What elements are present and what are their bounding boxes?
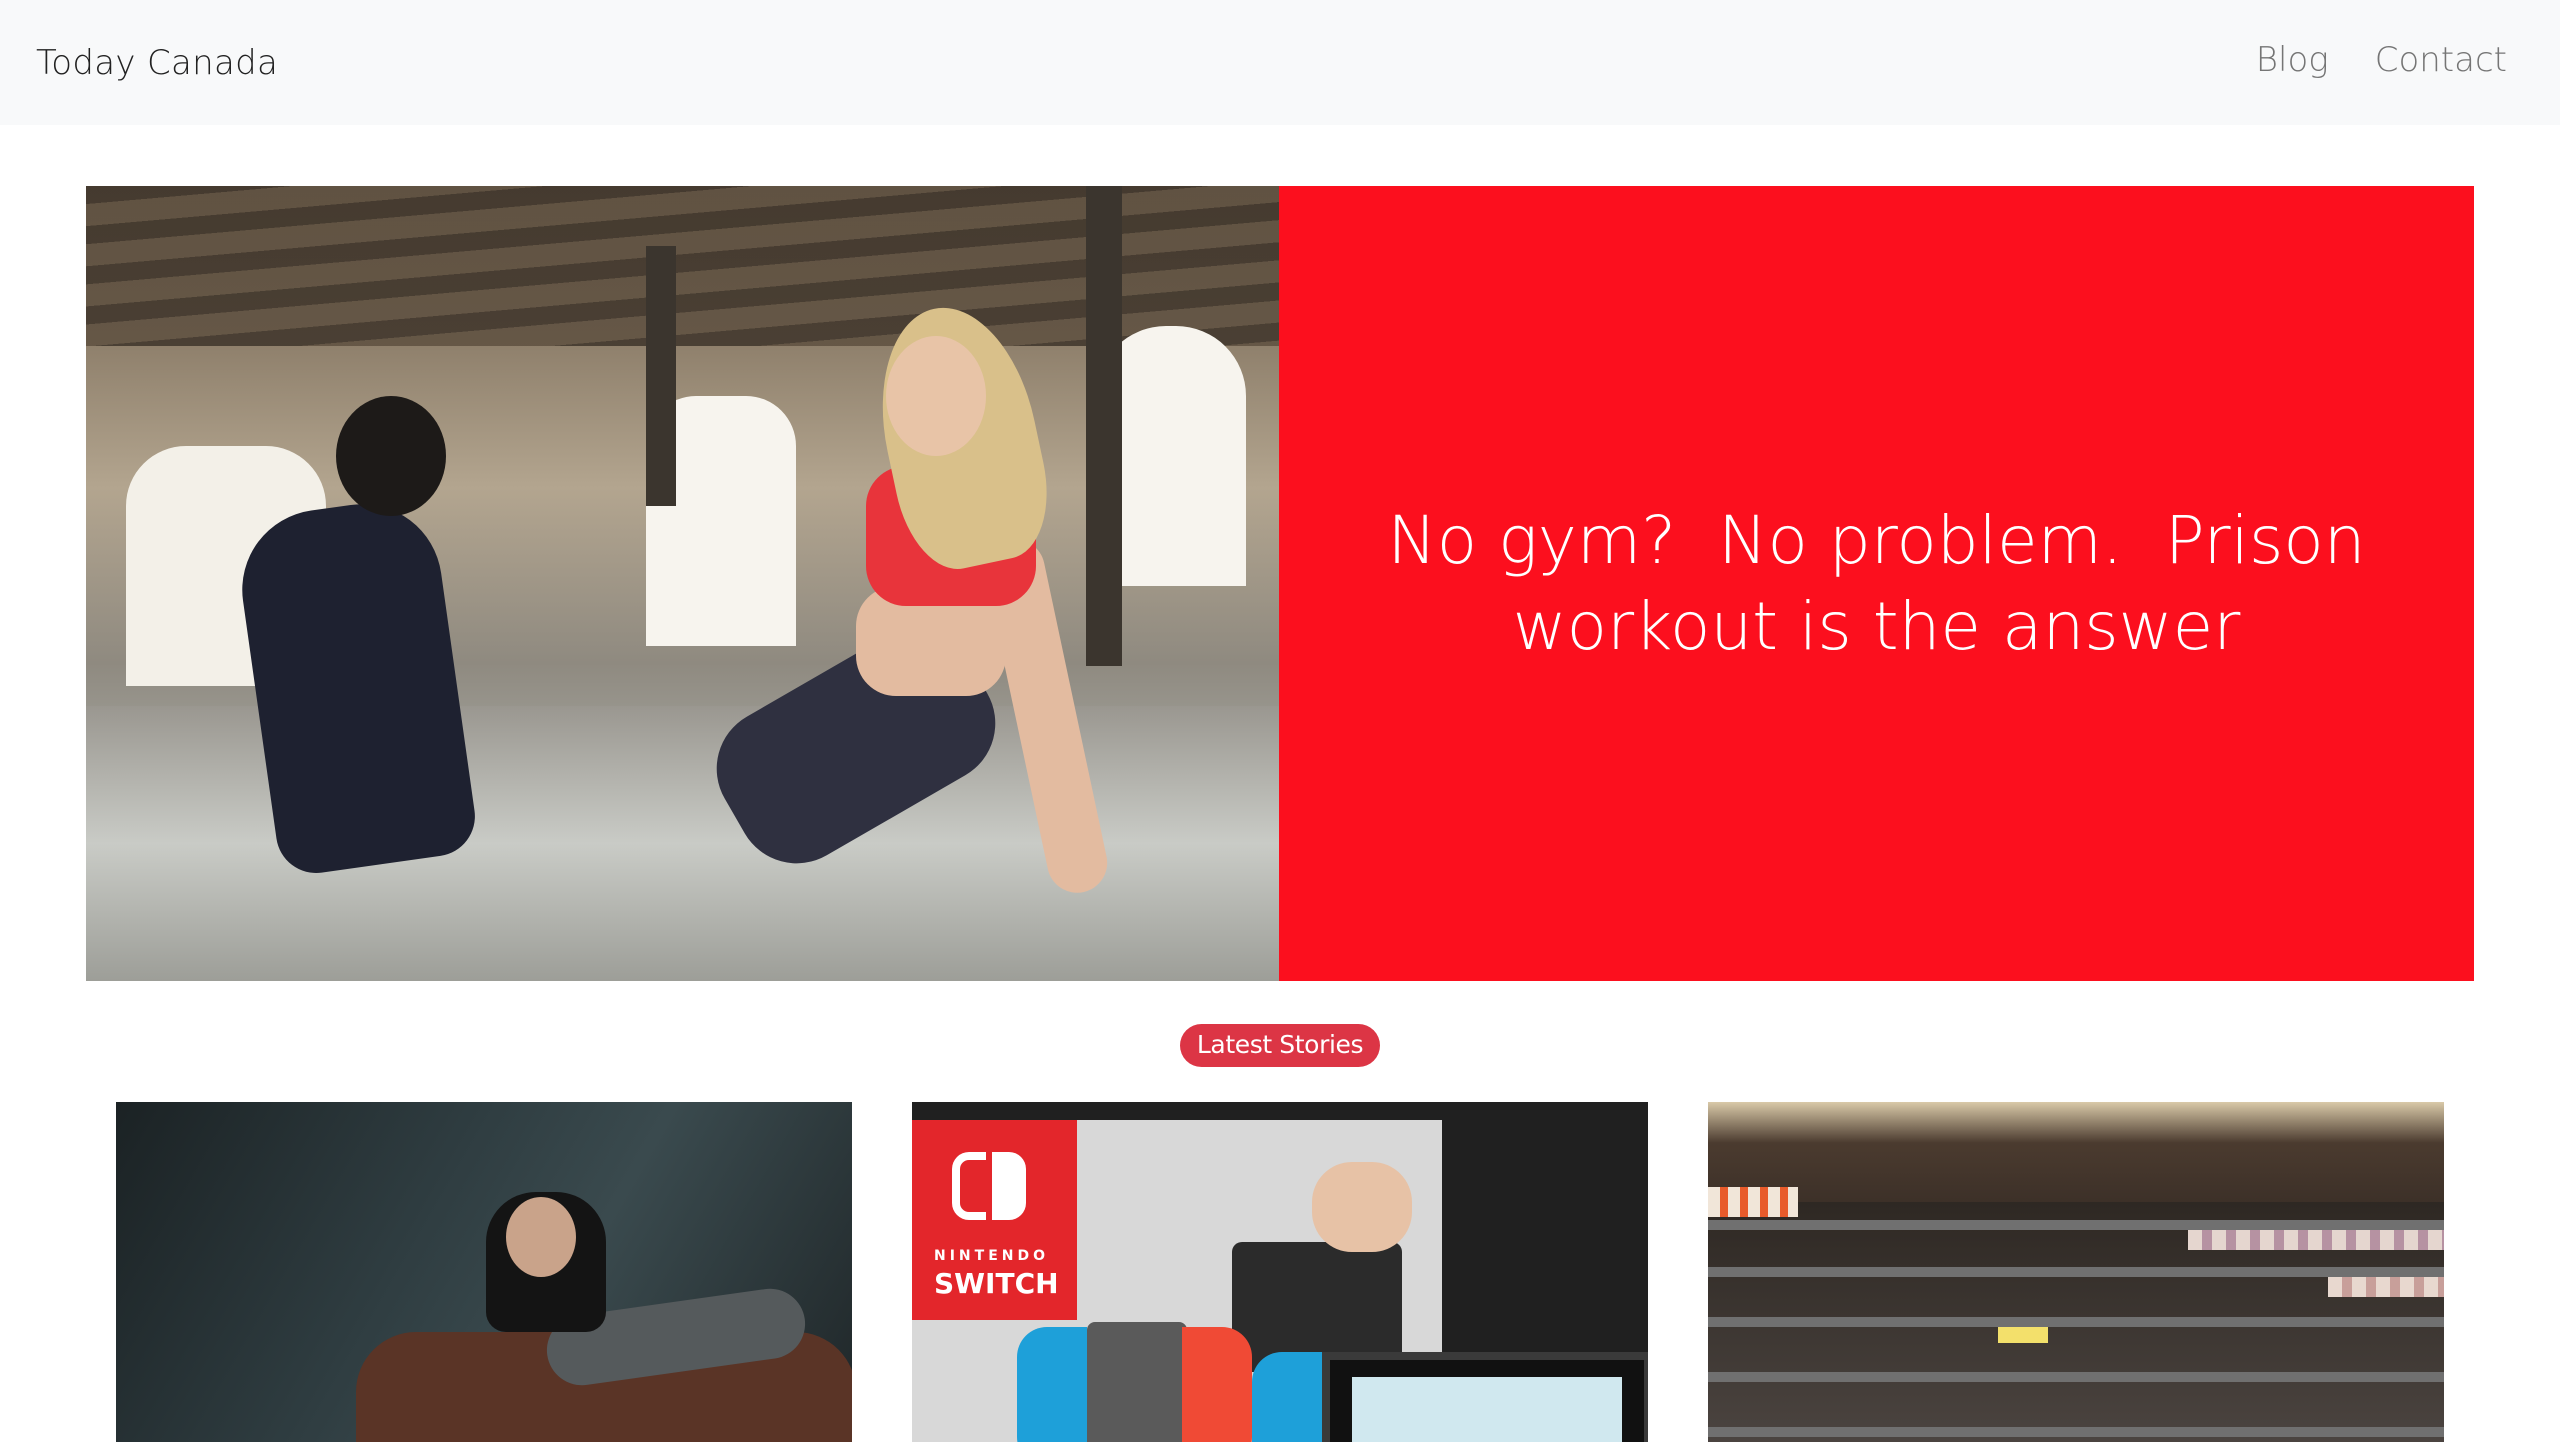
shelf: [1708, 1372, 2444, 1382]
switch-logo-text-top: NINTENDO: [934, 1248, 1049, 1264]
story-cards: NINTENDO SWITCH: [116, 1102, 2444, 1442]
man-head: [506, 1197, 576, 1277]
shelf-products: [1998, 1327, 2048, 1343]
shelf: [1708, 1317, 2444, 1327]
joycon-blue: [1017, 1327, 1087, 1442]
switch-logo-icon: [952, 1152, 986, 1220]
person-body: [231, 493, 481, 879]
shelf: [1708, 1267, 2444, 1277]
person-face: [886, 336, 986, 456]
person-head: [336, 396, 446, 516]
joycon-grip: [1087, 1322, 1187, 1442]
shelf: [1708, 1427, 2444, 1437]
hero-image-person: [216, 386, 516, 966]
shelf-products: [2188, 1230, 2444, 1250]
nav-link-contact[interactable]: Contact: [2375, 40, 2507, 80]
switch-logo-text: NINTENDO SWITCH: [934, 1242, 1059, 1298]
shelf-products: [1708, 1187, 1798, 1217]
brand-link[interactable]: Today Canada: [36, 43, 278, 83]
joycon-red: [1182, 1327, 1252, 1442]
navbar: Today Canada Blog Contact: [0, 0, 2560, 125]
shelf-products: [2328, 1277, 2444, 1297]
story-card-image[interactable]: NINTENDO SWITCH: [912, 1102, 1648, 1442]
hero-image-women-high-five[interactable]: [86, 186, 1279, 981]
nav-links: Blog Contact: [2256, 40, 2507, 80]
switch-logo-icon: [992, 1152, 1026, 1220]
hero-feature[interactable]: No gym? No problem. Prison workout is th…: [86, 186, 2474, 981]
joycon-blue: [1252, 1352, 1322, 1442]
latest-stories-badge: Latest Stories: [1179, 1024, 1381, 1067]
nav-link-blog[interactable]: Blog: [2256, 40, 2329, 80]
hand: [1312, 1162, 1412, 1252]
latest-stories-row: Latest Stories: [0, 1024, 2560, 1067]
hero-headline[interactable]: No gym? No problem. Prison workout is th…: [1379, 498, 2374, 670]
story-card-image[interactable]: [116, 1102, 852, 1442]
shelf: [1708, 1220, 2444, 1230]
switch-logo-text-bottom: SWITCH: [934, 1267, 1059, 1300]
switch-screen: [1352, 1377, 1622, 1442]
story-card-image[interactable]: [1708, 1102, 2444, 1442]
hero-headline-panel[interactable]: No gym? No problem. Prison workout is th…: [1279, 186, 2474, 981]
hero-image-person: [596, 293, 1196, 981]
